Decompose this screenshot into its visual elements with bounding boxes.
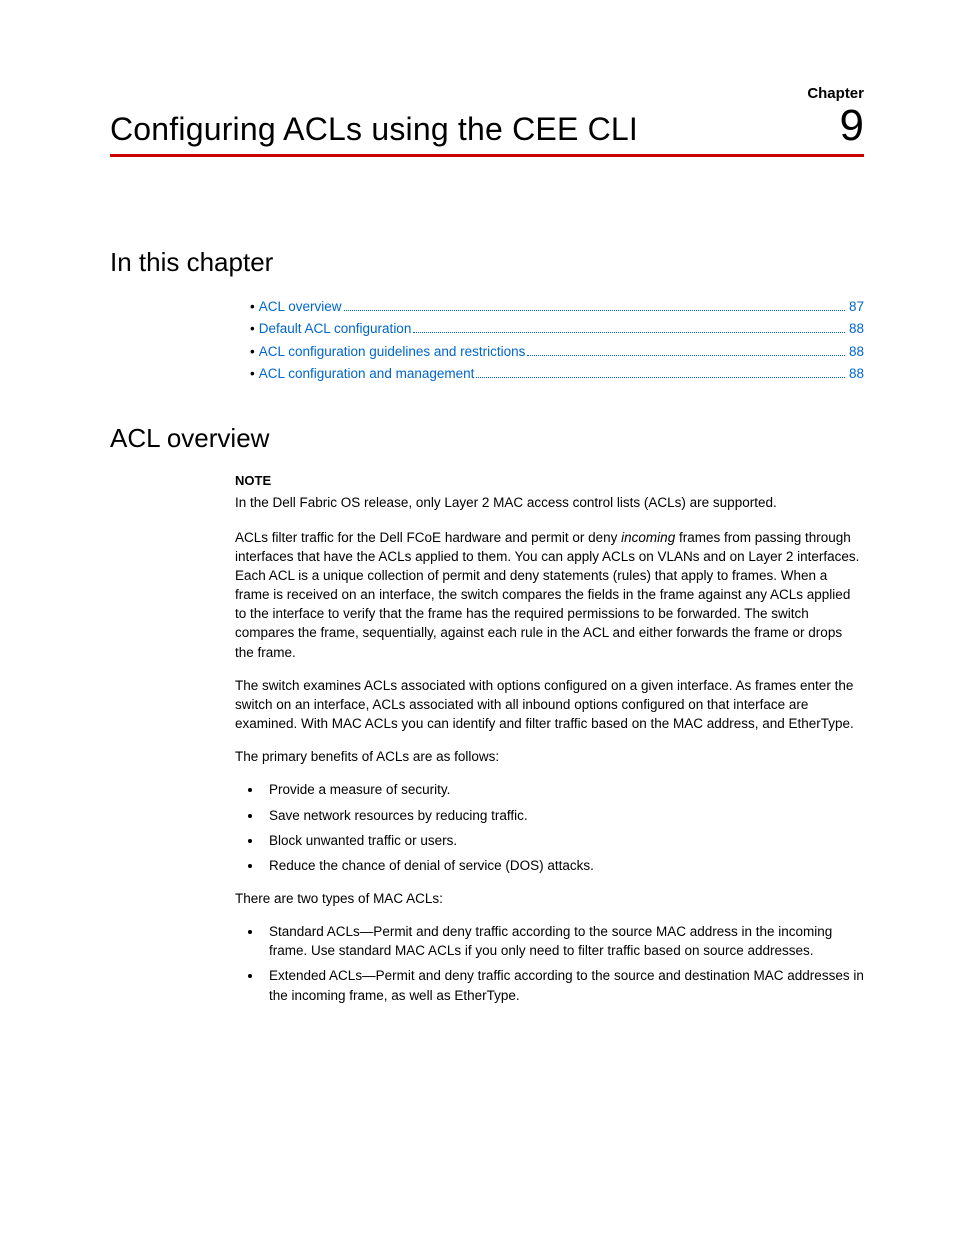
toc-leader xyxy=(413,332,845,333)
toc-page[interactable]: 87 xyxy=(849,296,864,318)
bullet-icon: • xyxy=(250,318,255,340)
note-text: In the Dell Fabric OS release, only Laye… xyxy=(235,493,864,512)
title-row: Configuring ACLs using the CEE CLI 9 xyxy=(110,104,864,148)
toc-item: • Default ACL configuration 88 xyxy=(250,318,864,340)
bullet-icon: • xyxy=(250,363,255,385)
toc-page[interactable]: 88 xyxy=(849,363,864,385)
heading-acl-overview: ACL overview xyxy=(110,423,864,454)
list-item: Extended ACLs—Permit and deny traffic ac… xyxy=(263,966,864,1004)
heading-in-this-chapter: In this chapter xyxy=(110,247,864,278)
chapter-header: Chapter Configuring ACLs using the CEE C… xyxy=(110,85,864,157)
toc-link-acl-overview[interactable]: ACL overview xyxy=(259,296,342,318)
toc-link-default-acl-configuration[interactable]: Default ACL configuration xyxy=(259,318,412,340)
chapter-title: Configuring ACLs using the CEE CLI xyxy=(110,111,638,148)
types-list: Standard ACLs—Permit and deny traffic ac… xyxy=(235,922,864,1005)
list-item: Reduce the chance of denial of service (… xyxy=(263,856,864,875)
list-item: Standard ACLs—Permit and deny traffic ac… xyxy=(263,922,864,960)
chapter-label: Chapter xyxy=(110,85,864,102)
text-run: ACLs filter traffic for the Dell FCoE ha… xyxy=(235,530,621,545)
chapter-number: 9 xyxy=(840,104,864,148)
toc-page[interactable]: 88 xyxy=(849,341,864,363)
emphasis: incoming xyxy=(621,530,675,545)
list-item: Provide a measure of security. xyxy=(263,780,864,799)
toc-leader xyxy=(476,377,845,378)
note-label: NOTE xyxy=(235,472,864,490)
paragraph: The primary benefits of ACLs are as foll… xyxy=(235,747,864,766)
bullet-icon: • xyxy=(250,296,255,318)
toc-leader xyxy=(344,310,845,311)
paragraph: ACLs filter traffic for the Dell FCoE ha… xyxy=(235,528,864,662)
toc-leader xyxy=(527,355,845,356)
page: Chapter Configuring ACLs using the CEE C… xyxy=(0,0,954,1079)
toc-link-acl-configuration-guidelines[interactable]: ACL configuration guidelines and restric… xyxy=(259,341,526,363)
benefits-list: Provide a measure of security. Save netw… xyxy=(235,780,864,875)
body-content: NOTE In the Dell Fabric OS release, only… xyxy=(235,472,864,1005)
paragraph: The switch examines ACLs associated with… xyxy=(235,676,864,733)
list-item: Save network resources by reducing traff… xyxy=(263,806,864,825)
toc-item: • ACL configuration and management 88 xyxy=(250,363,864,385)
toc: • ACL overview 87 • Default ACL configur… xyxy=(250,296,864,385)
red-divider xyxy=(110,154,864,157)
toc-page[interactable]: 88 xyxy=(849,318,864,340)
bullet-icon: • xyxy=(250,341,255,363)
paragraph: There are two types of MAC ACLs: xyxy=(235,889,864,908)
list-item: Block unwanted traffic or users. xyxy=(263,831,864,850)
toc-link-acl-configuration-management[interactable]: ACL configuration and management xyxy=(259,363,475,385)
text-run: frames from passing through interfaces t… xyxy=(235,530,859,660)
toc-item: • ACL overview 87 xyxy=(250,296,864,318)
toc-item: • ACL configuration guidelines and restr… xyxy=(250,341,864,363)
